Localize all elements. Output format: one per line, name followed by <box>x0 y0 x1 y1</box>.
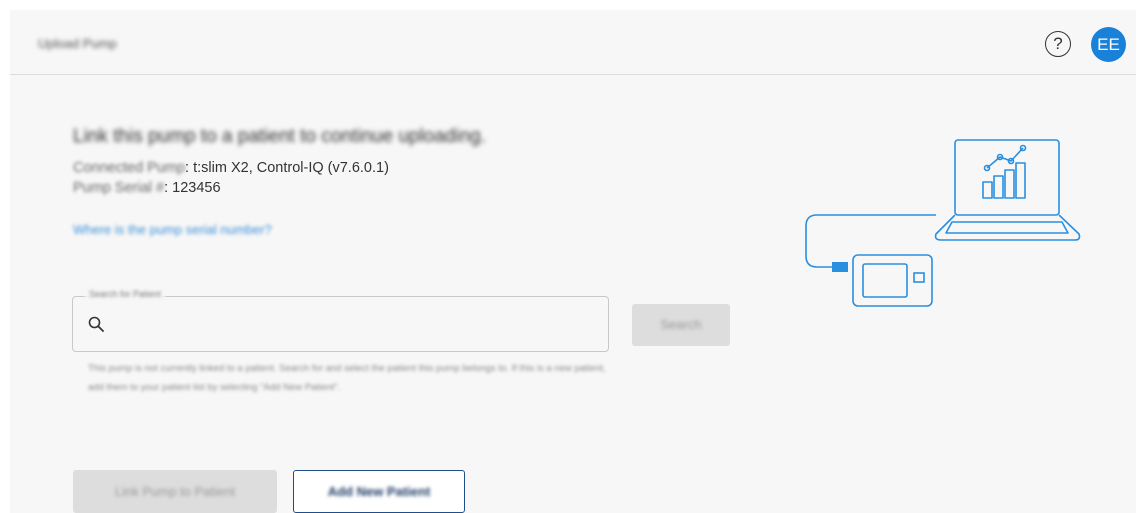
laptop-chart-icon <box>934 139 1081 241</box>
link-pump-heading: Link this pump to a patient to continue … <box>73 126 487 147</box>
pump-serial-line: Pump Serial #: 123456 <box>73 180 221 196</box>
usb-connector <box>832 262 848 272</box>
pump-icon <box>852 254 933 307</box>
connected-pump-value: : t:slim X2, Control-IQ (v7.6.0.1) <box>185 160 389 176</box>
pump-laptop-illustration <box>805 139 1081 307</box>
connected-pump-line: Connected Pump: t:slim X2, Control-IQ (v… <box>73 160 389 176</box>
pump-serial-value: : 123456 <box>164 180 221 196</box>
pump-serial-label: Pump Serial # <box>73 180 165 196</box>
search-button-label: Search <box>660 317 702 332</box>
link-pump-label: Link Pump to Patient <box>115 484 235 499</box>
serial-number-help-link[interactable]: Where is the pump serial number? <box>73 222 272 237</box>
avatar[interactable]: EE <box>1091 27 1126 62</box>
search-field-legend: Search for Patient <box>85 289 166 299</box>
page-title: Upload Pump <box>38 36 117 51</box>
help-icon[interactable]: ? <box>1045 31 1071 57</box>
header: Upload Pump ? EE <box>10 10 1136 75</box>
search-input[interactable] <box>117 311 601 339</box>
search-icon <box>88 316 104 332</box>
link-pump-button[interactable]: Link Pump to Patient <box>73 470 277 513</box>
search-button[interactable]: Search <box>632 304 730 346</box>
add-new-patient-button[interactable]: Add New Patient <box>293 470 465 513</box>
search-helper-text: This pump is not currently linked to a p… <box>88 363 606 393</box>
add-new-patient-label: Add New Patient <box>327 484 431 499</box>
patient-search-field: Search for Patient <box>72 289 609 352</box>
upload-pump-page: Upload Pump ? EE Link this pump to a pat… <box>10 10 1136 513</box>
usb-cable <box>805 214 936 268</box>
connected-pump-label: Connected Pump <box>73 160 186 176</box>
